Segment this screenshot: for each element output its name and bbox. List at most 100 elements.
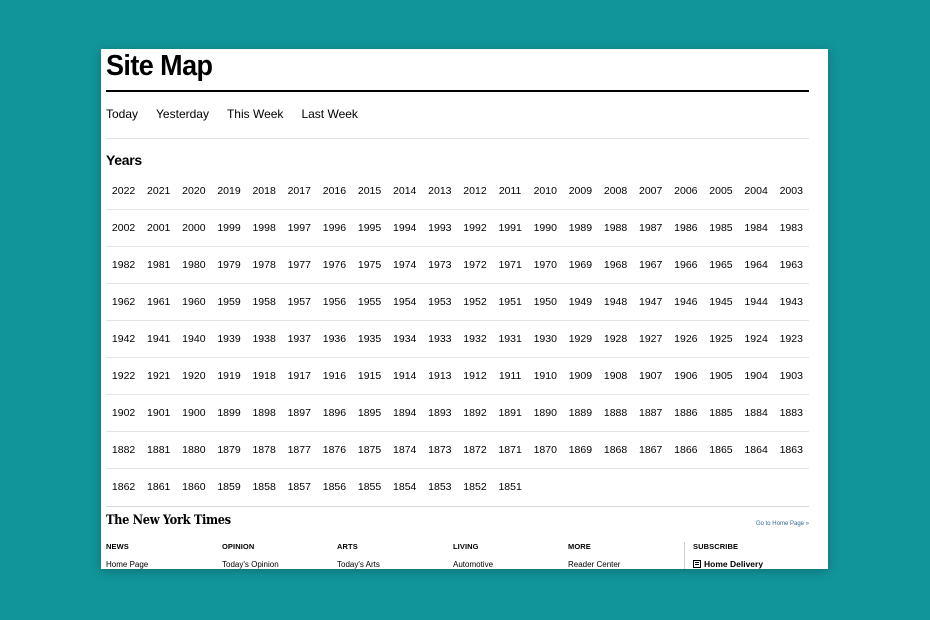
- year-link[interactable]: 1888: [598, 407, 633, 419]
- year-link[interactable]: 1909: [563, 370, 598, 382]
- year-link[interactable]: 1895: [352, 407, 387, 419]
- year-link[interactable]: 1944: [739, 296, 774, 308]
- year-link[interactable]: 1980: [176, 259, 211, 271]
- year-link[interactable]: 2017: [282, 185, 317, 197]
- year-link[interactable]: 2006: [668, 185, 703, 197]
- year-link[interactable]: 1988: [598, 222, 633, 234]
- year-link[interactable]: 1985: [703, 222, 738, 234]
- year-link[interactable]: 1914: [387, 370, 422, 382]
- year-link[interactable]: 2015: [352, 185, 387, 197]
- year-link[interactable]: 2002: [106, 222, 141, 234]
- year-link[interactable]: 1926: [668, 333, 703, 345]
- year-link[interactable]: 1932: [457, 333, 492, 345]
- year-link[interactable]: 2004: [739, 185, 774, 197]
- year-link[interactable]: 1853: [422, 481, 457, 493]
- year-link[interactable]: 1970: [528, 259, 563, 271]
- year-link[interactable]: 1913: [422, 370, 457, 382]
- year-link[interactable]: 1986: [668, 222, 703, 234]
- year-link[interactable]: 1983: [774, 222, 809, 234]
- tab-last-week[interactable]: Last Week: [301, 107, 357, 121]
- year-link[interactable]: 2010: [528, 185, 563, 197]
- year-link[interactable]: 1886: [668, 407, 703, 419]
- year-link[interactable]: 1856: [317, 481, 352, 493]
- year-link[interactable]: 1871: [493, 444, 528, 456]
- year-link[interactable]: 1900: [176, 407, 211, 419]
- year-link[interactable]: 1879: [211, 444, 246, 456]
- year-link[interactable]: 1989: [563, 222, 598, 234]
- year-link[interactable]: 2000: [176, 222, 211, 234]
- year-link[interactable]: 1982: [106, 259, 141, 271]
- year-link[interactable]: 1887: [633, 407, 668, 419]
- year-link[interactable]: 1920: [176, 370, 211, 382]
- year-link[interactable]: 1941: [141, 333, 176, 345]
- year-link[interactable]: 1937: [282, 333, 317, 345]
- year-link[interactable]: 1972: [457, 259, 492, 271]
- year-link[interactable]: 1922: [106, 370, 141, 382]
- year-link[interactable]: 1961: [141, 296, 176, 308]
- year-link[interactable]: 1906: [668, 370, 703, 382]
- year-link[interactable]: 1955: [352, 296, 387, 308]
- tab-today[interactable]: Today: [106, 107, 138, 121]
- year-link[interactable]: 1910: [528, 370, 563, 382]
- year-link[interactable]: 1943: [774, 296, 809, 308]
- year-link[interactable]: 1885: [703, 407, 738, 419]
- year-link[interactable]: 1935: [352, 333, 387, 345]
- year-link[interactable]: 2016: [317, 185, 352, 197]
- year-link[interactable]: 1963: [774, 259, 809, 271]
- year-link[interactable]: 2020: [176, 185, 211, 197]
- year-link[interactable]: 1860: [176, 481, 211, 493]
- year-link[interactable]: 1893: [422, 407, 457, 419]
- year-link[interactable]: 1905: [703, 370, 738, 382]
- year-link[interactable]: 1939: [211, 333, 246, 345]
- year-link[interactable]: 1973: [422, 259, 457, 271]
- year-link[interactable]: 2022: [106, 185, 141, 197]
- year-link[interactable]: 2012: [457, 185, 492, 197]
- tab-yesterday[interactable]: Yesterday: [156, 107, 209, 121]
- footer-link[interactable]: Reader Center: [568, 560, 620, 569]
- year-link[interactable]: 1874: [387, 444, 422, 456]
- year-link[interactable]: 1923: [774, 333, 809, 345]
- year-link[interactable]: 1987: [633, 222, 668, 234]
- year-link[interactable]: 1949: [563, 296, 598, 308]
- year-link[interactable]: 1872: [457, 444, 492, 456]
- year-link[interactable]: 1892: [457, 407, 492, 419]
- year-link[interactable]: 1897: [282, 407, 317, 419]
- footer-link[interactable]: Today's Arts: [337, 560, 380, 569]
- year-link[interactable]: 1881: [141, 444, 176, 456]
- year-link[interactable]: 1947: [633, 296, 668, 308]
- year-link[interactable]: 1975: [352, 259, 387, 271]
- year-link[interactable]: 1999: [211, 222, 246, 234]
- year-link[interactable]: 1965: [703, 259, 738, 271]
- year-link[interactable]: 2005: [703, 185, 738, 197]
- year-link[interactable]: 1924: [739, 333, 774, 345]
- year-link[interactable]: 1861: [141, 481, 176, 493]
- year-link[interactable]: 1956: [317, 296, 352, 308]
- year-link[interactable]: 1951: [493, 296, 528, 308]
- year-link[interactable]: 1952: [457, 296, 492, 308]
- year-link[interactable]: 2013: [422, 185, 457, 197]
- year-link[interactable]: 1995: [352, 222, 387, 234]
- year-link[interactable]: 1894: [387, 407, 422, 419]
- year-link[interactable]: 1978: [247, 259, 282, 271]
- year-link[interactable]: 1890: [528, 407, 563, 419]
- tab-this-week[interactable]: This Week: [227, 107, 283, 121]
- year-link[interactable]: 1981: [141, 259, 176, 271]
- year-link[interactable]: 1917: [282, 370, 317, 382]
- year-link[interactable]: 1921: [141, 370, 176, 382]
- year-link[interactable]: 1857: [282, 481, 317, 493]
- year-link[interactable]: 1940: [176, 333, 211, 345]
- year-link[interactable]: 1992: [457, 222, 492, 234]
- year-link[interactable]: 1916: [317, 370, 352, 382]
- year-link[interactable]: 2008: [598, 185, 633, 197]
- year-link[interactable]: 1911: [493, 370, 528, 382]
- year-link[interactable]: 1994: [387, 222, 422, 234]
- year-link[interactable]: 2007: [633, 185, 668, 197]
- year-link[interactable]: 1865: [703, 444, 738, 456]
- year-link[interactable]: 1870: [528, 444, 563, 456]
- year-link[interactable]: 1873: [422, 444, 457, 456]
- year-link[interactable]: 1859: [211, 481, 246, 493]
- year-link[interactable]: 1864: [739, 444, 774, 456]
- year-link[interactable]: 1990: [528, 222, 563, 234]
- year-link[interactable]: 1991: [493, 222, 528, 234]
- year-link[interactable]: 1918: [247, 370, 282, 382]
